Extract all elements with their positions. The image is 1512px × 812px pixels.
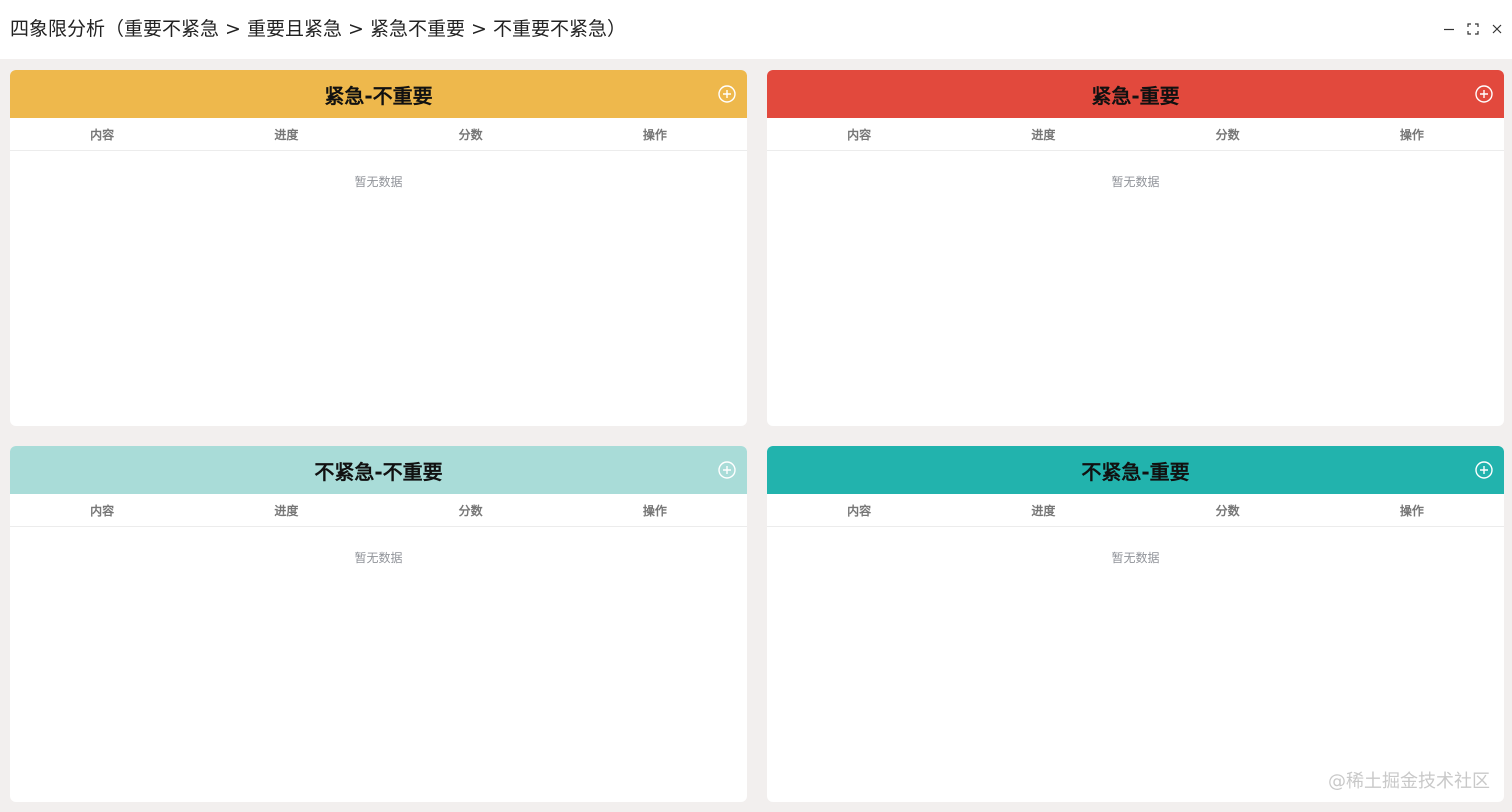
column-content: 内容 xyxy=(847,503,872,518)
quadrant-header: 紧急-不重要 xyxy=(10,70,747,118)
column-score: 分数 xyxy=(458,503,483,518)
column-score: 分数 xyxy=(1215,503,1240,518)
add-button[interactable] xyxy=(1475,85,1493,103)
minimize-icon xyxy=(1444,28,1454,31)
quadrant-header: 不紧急-不重要 xyxy=(10,446,747,494)
add-button[interactable] xyxy=(718,461,736,479)
add-button[interactable] xyxy=(1475,461,1493,479)
column-content: 内容 xyxy=(90,503,115,518)
empty-state: 暂无数据 xyxy=(1111,175,1160,189)
quadrant-header: 不紧急-重要 xyxy=(767,446,1504,494)
table-header: 内容 进度 分数 操作 xyxy=(767,494,1504,527)
quadrant-title: 不紧急-不重要 xyxy=(314,459,443,484)
quadrant-title: 不紧急-重要 xyxy=(1081,459,1190,484)
window-title: 四象限分析（重要不紧急 > 重要且紧急 > 紧急不重要 > 不重要不紧急） xyxy=(10,18,626,40)
maximize-icon xyxy=(1467,23,1479,35)
window-controls xyxy=(1442,22,1504,36)
quadrant-urgent-important: 紧急-重要 内容 进度 分数 操作 暂无数据 xyxy=(767,70,1504,426)
empty-state: 暂无数据 xyxy=(354,175,403,189)
column-progress: 进度 xyxy=(274,503,299,518)
quadrant-not-urgent-not-important: 不紧急-不重要 内容 进度 分数 操作 暂无数据 xyxy=(10,446,747,802)
add-button[interactable] xyxy=(718,85,736,103)
column-actions: 操作 xyxy=(1399,127,1424,142)
column-score: 分数 xyxy=(1215,127,1240,142)
quadrant-title: 紧急-不重要 xyxy=(324,83,433,108)
column-actions: 操作 xyxy=(1399,503,1424,518)
minimize-button[interactable] xyxy=(1442,22,1456,36)
table-header: 内容 进度 分数 操作 xyxy=(767,118,1504,151)
column-progress: 进度 xyxy=(274,127,299,142)
title-bar: 四象限分析（重要不紧急 > 重要且紧急 > 紧急不重要 > 不重要不紧急） xyxy=(0,0,1512,59)
quadrant-not-urgent-important: 不紧急-重要 内容 进度 分数 操作 暂无数据 xyxy=(767,446,1504,802)
quadrant-urgent-not-important: 紧急-不重要 内容 进度 分数 操作 暂无数据 xyxy=(10,70,747,426)
column-progress: 进度 xyxy=(1031,127,1056,142)
quadrant-title: 紧急-重要 xyxy=(1091,83,1180,108)
column-progress: 进度 xyxy=(1031,503,1056,518)
column-actions: 操作 xyxy=(642,503,667,518)
watermark: @稀土掘金技术社区 xyxy=(1328,771,1490,792)
quadrant-header: 紧急-重要 xyxy=(767,70,1504,118)
column-actions: 操作 xyxy=(642,127,667,142)
plus-circle-icon xyxy=(718,85,736,103)
column-score: 分数 xyxy=(458,127,483,142)
maximize-button[interactable] xyxy=(1466,22,1480,36)
plus-circle-icon xyxy=(718,461,736,479)
close-button[interactable] xyxy=(1490,22,1504,36)
plus-circle-icon xyxy=(1475,461,1493,479)
column-content: 内容 xyxy=(90,127,115,142)
empty-state: 暂无数据 xyxy=(354,551,403,565)
table-header: 内容 进度 分数 操作 xyxy=(10,494,747,527)
column-content: 内容 xyxy=(847,127,872,142)
table-header: 内容 进度 分数 操作 xyxy=(10,118,747,151)
empty-state: 暂无数据 xyxy=(1111,551,1160,565)
plus-circle-icon xyxy=(1475,85,1493,103)
close-icon xyxy=(1492,24,1502,34)
